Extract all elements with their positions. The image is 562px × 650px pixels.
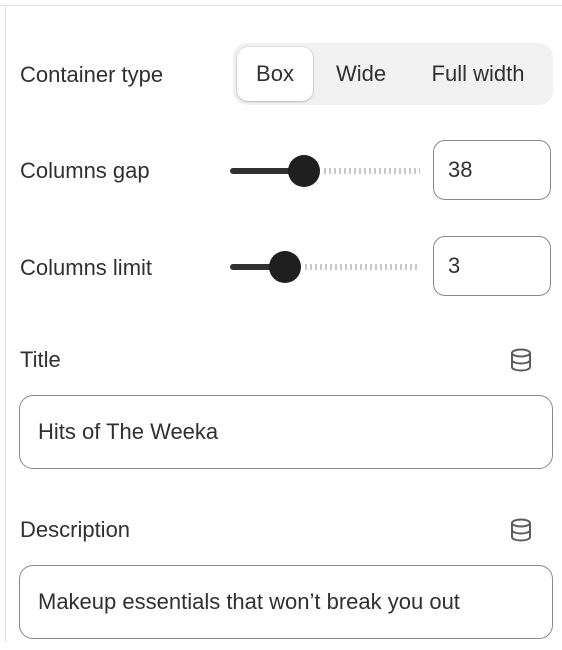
- columns-limit-slider-track: [305, 264, 420, 270]
- description-input[interactable]: Makeup essentials that won’t break you o…: [19, 565, 553, 639]
- columns-limit-slider[interactable]: [230, 250, 420, 284]
- columns-limit-label: Columns limit: [20, 255, 153, 280]
- database-icon[interactable]: [508, 517, 534, 543]
- columns-gap-slider[interactable]: [230, 154, 420, 188]
- columns-gap-input[interactable]: 38: [433, 140, 551, 200]
- container-type-segmented-control: Box Wide Full width: [233, 43, 553, 105]
- container-type-full-width-option[interactable]: Full width: [409, 47, 547, 101]
- columns-gap-slider-track: [324, 168, 420, 174]
- description-label: Description: [20, 517, 131, 542]
- database-icon[interactable]: [508, 347, 534, 373]
- panel-left-border: [5, 5, 6, 642]
- container-type-label: Container type: [20, 62, 164, 87]
- title-input[interactable]: Hits of The Weeka: [19, 395, 553, 469]
- container-type-box-option[interactable]: Box: [237, 47, 313, 101]
- panel-top-border: [0, 5, 562, 6]
- columns-gap-label: Columns gap: [20, 158, 150, 183]
- columns-gap-slider-handle[interactable]: [288, 155, 320, 187]
- columns-limit-slider-handle[interactable]: [269, 251, 301, 283]
- container-type-wide-option[interactable]: Wide: [319, 47, 403, 101]
- columns-limit-input[interactable]: 3: [433, 236, 551, 296]
- title-label: Title: [20, 347, 61, 372]
